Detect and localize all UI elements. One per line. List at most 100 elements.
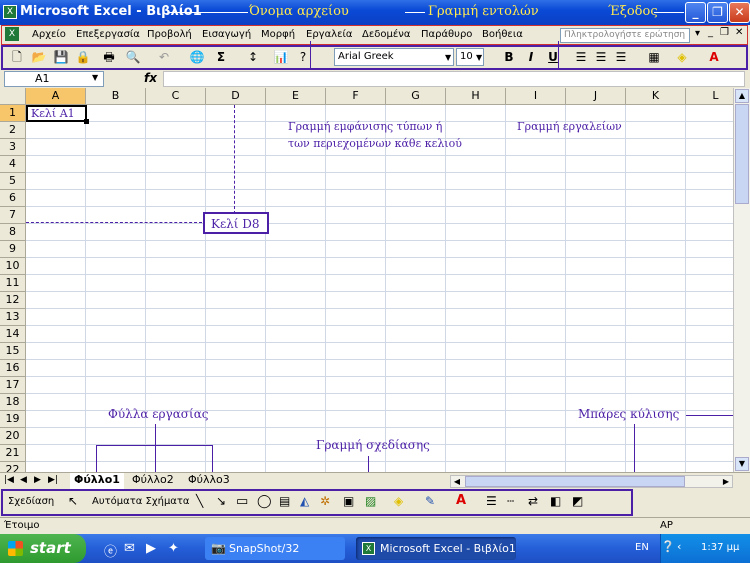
scroll-right-icon[interactable]: ▶ <box>720 476 732 487</box>
menu-window[interactable]: Παράθυρο <box>421 29 472 40</box>
row-header[interactable]: 9 <box>0 241 26 258</box>
active-cell-a1[interactable]: Κελί A1 <box>26 105 89 124</box>
network-tray-icon[interactable]: ‹ <box>677 540 681 553</box>
hyperlink-icon[interactable]: 🌐 <box>188 48 206 66</box>
arrow-icon[interactable]: ↘ <box>216 494 226 508</box>
align-right-icon[interactable]: ☰ <box>612 48 630 66</box>
sheet-tab-2[interactable]: Φύλλο2 <box>128 473 178 489</box>
oval-icon[interactable]: ◯ <box>257 494 272 509</box>
borders-icon[interactable]: ▦ <box>645 48 663 66</box>
textbox-icon[interactable]: ▤ <box>279 494 290 508</box>
permission-icon[interactable]: 🔒 <box>74 48 92 66</box>
row-header[interactable]: 13 <box>0 309 26 326</box>
picture-icon[interactable]: ▨ <box>365 494 376 508</box>
align-left-icon[interactable]: ☰ <box>572 48 590 66</box>
preview-icon[interactable]: 🔍 <box>124 48 142 66</box>
row-header[interactable]: 21 <box>0 445 26 462</box>
row-header[interactable]: 19 <box>0 411 26 428</box>
horizontal-scrollbar[interactable]: ◀ ▶ <box>450 475 733 488</box>
horizontal-scroll-thumb[interactable] <box>465 476 685 487</box>
fill-handle[interactable] <box>84 119 89 124</box>
vertical-scrollbar[interactable]: ▲ ▼ <box>733 88 750 472</box>
3d-icon[interactable]: ◩ <box>572 494 583 508</box>
line-color-icon[interactable]: ✎ <box>425 494 435 508</box>
quicklaunch-extra-icon[interactable]: ✦ <box>168 541 179 556</box>
row-header[interactable]: 8 <box>0 224 26 241</box>
wordart-icon[interactable]: ◭ <box>300 494 309 508</box>
name-box[interactable]: A1 <box>4 71 104 87</box>
media-player-icon[interactable]: ▶ <box>146 541 156 556</box>
line-style-icon[interactable]: ☰ <box>486 494 497 508</box>
row-header[interactable]: 14 <box>0 326 26 343</box>
taskbar-excel[interactable]: X Microsoft Excel - Βιβλίο1 <box>356 537 516 560</box>
print-icon[interactable]: 🖶 <box>100 48 118 66</box>
column-header[interactable]: D <box>206 88 266 105</box>
column-header[interactable]: F <box>326 88 386 105</box>
insert-function-icon[interactable]: fx <box>144 71 157 85</box>
doc-minimize-icon[interactable]: _ <box>708 27 713 38</box>
name-box-dropdown-icon[interactable]: ▼ <box>92 73 98 82</box>
sort-icon[interactable]: ↕ <box>244 48 262 66</box>
undo-icon[interactable]: ↶ <box>155 48 173 66</box>
bold-button[interactable]: B <box>500 48 518 66</box>
fill-color-icon[interactable]: ◈ <box>673 48 691 66</box>
menu-help[interactable]: Βοήθεια <box>482 29 523 40</box>
ie-icon[interactable]: ⓔ <box>104 541 117 560</box>
row-header[interactable]: 10 <box>0 258 26 275</box>
menu-insert[interactable]: Εισαγωγή <box>202 29 251 40</box>
excel-icon[interactable]: X <box>3 5 17 19</box>
line-icon[interactable]: ╲ <box>196 494 203 508</box>
draw-menu-button[interactable]: Σχεδίαση <box>8 496 54 507</box>
clipart-icon[interactable]: ▣ <box>343 494 354 508</box>
language-indicator[interactable]: EN <box>635 542 649 553</box>
scroll-down-icon[interactable]: ▼ <box>735 457 749 471</box>
outlook-icon[interactable]: ✉ <box>124 541 135 556</box>
select-all-corner[interactable] <box>0 88 26 105</box>
autoshapes-menu-button[interactable]: Αυτόματα Σχήματα <box>92 496 190 507</box>
column-header[interactable]: J <box>566 88 626 105</box>
menu-file[interactable]: Αρχείο <box>32 29 66 40</box>
column-header[interactable]: E <box>266 88 326 105</box>
taskbar-snapshot[interactable]: 📷 SnapShot/32 <box>205 537 345 560</box>
underline-button[interactable]: U <box>544 48 562 66</box>
font-color-draw-icon[interactable]: A <box>456 493 466 508</box>
ask-dropdown-icon[interactable]: ▾ <box>695 28 700 39</box>
row-header[interactable]: 16 <box>0 360 26 377</box>
column-header[interactable]: H <box>446 88 506 105</box>
font-size-dropdown-icon[interactable]: ▼ <box>476 53 482 62</box>
help-tray-icon[interactable]: ❔ <box>661 540 675 553</box>
doc-restore-icon[interactable]: ❐ <box>720 27 729 38</box>
row-header[interactable]: 11 <box>0 275 26 292</box>
last-sheet-icon[interactable]: ▶| <box>48 475 58 485</box>
row-header[interactable]: 12 <box>0 292 26 309</box>
align-center-icon[interactable]: ☰ <box>592 48 610 66</box>
minimize-button[interactable]: _ <box>685 2 706 23</box>
row-header[interactable]: 4 <box>0 156 26 173</box>
next-sheet-icon[interactable]: ▶ <box>34 475 41 485</box>
scroll-up-icon[interactable]: ▲ <box>735 89 749 103</box>
save-icon[interactable]: 💾 <box>52 48 70 66</box>
row-header[interactable]: 6 <box>0 190 26 207</box>
scroll-left-icon[interactable]: ◀ <box>451 476 463 487</box>
row-header[interactable]: 2 <box>0 122 26 139</box>
chart-wizard-icon[interactable]: 📊 <box>272 48 290 66</box>
autosum-icon[interactable]: Σ <box>212 48 230 66</box>
column-header[interactable]: K <box>626 88 686 105</box>
dash-style-icon[interactable]: ┄ <box>507 494 514 508</box>
diagram-icon[interactable]: ✲ <box>320 494 330 508</box>
close-button[interactable]: ✕ <box>729 2 750 23</box>
worksheet-grid[interactable]: ABCDEFGHIJKL 1 2 3 4 5 6 7 8 9 10 11 12 13 14 15 16 17 18… <box>0 88 746 496</box>
formula-input[interactable] <box>163 71 745 87</box>
row-header[interactable]: 1 <box>0 105 26 122</box>
restore-button[interactable]: ❐ <box>707 2 728 23</box>
italic-button[interactable]: I <box>522 48 540 66</box>
menu-format[interactable]: Μορφή <box>261 29 295 40</box>
font-name-select[interactable]: Arial Greek <box>334 48 454 66</box>
vertical-scroll-thumb[interactable] <box>735 104 749 204</box>
sheet-tab-1[interactable]: Φύλλο1 <box>70 473 124 489</box>
start-button[interactable]: start <box>0 534 86 563</box>
font-color-icon[interactable]: A <box>705 48 723 66</box>
ask-question-input[interactable]: Πληκτρολογήστε ερώτηση <box>560 28 690 43</box>
rectangle-icon[interactable]: ▭ <box>236 494 248 509</box>
column-header[interactable]: G <box>386 88 446 105</box>
